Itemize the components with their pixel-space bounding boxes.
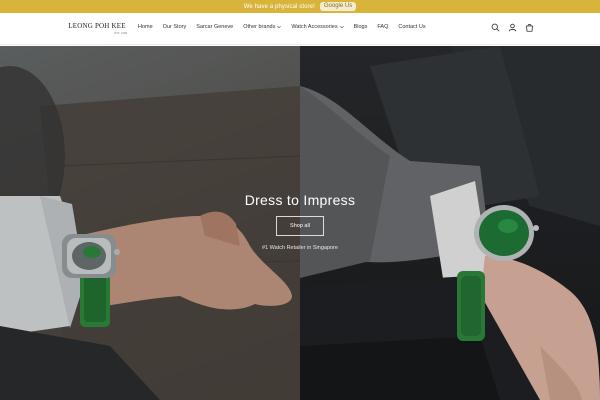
nav-label: FAQ — [377, 24, 389, 30]
nav-blogs[interactable]: Blogs — [354, 24, 368, 30]
nav-label: Our Story — [162, 24, 187, 30]
nav-our-story[interactable]: Our Story — [163, 24, 187, 30]
nav-label: Sarcar Geneve — [196, 24, 234, 30]
nav-contact-us[interactable]: Contact Us — [398, 24, 425, 30]
hero-subtitle: #1 Watch Retailer in Singapore — [262, 245, 338, 251]
logo-text: LEONG POH KEE — [68, 22, 126, 30]
announcement-bar: We have a physical store! Google Us — [0, 0, 600, 13]
account-icon[interactable] — [508, 23, 517, 32]
cart-icon[interactable] — [525, 23, 534, 32]
main-nav: Home Our Story Sarcar Geneve Other brand… — [138, 24, 426, 30]
nav-other-brands[interactable]: Other brands — [243, 24, 282, 30]
logo-subtext: EST. 1968 — [114, 31, 127, 35]
nav-watch-accessories[interactable]: Watch Accessories — [291, 24, 344, 30]
hero-banner: Dress to Impress Shop all #1 Watch Retai… — [0, 46, 600, 400]
search-icon[interactable] — [491, 23, 500, 32]
hero-title: Dress to Impress — [244, 192, 356, 208]
nav-faq[interactable]: FAQ — [377, 24, 388, 30]
google-us-button[interactable]: Google Us — [319, 2, 357, 11]
nav-label: Watch Accessories — [291, 24, 338, 30]
shop-all-button[interactable]: Shop all — [276, 216, 324, 236]
nav-label: Blogs — [353, 24, 368, 30]
nav-sarcar-geneve[interactable]: Sarcar Geneve — [196, 24, 233, 30]
site-logo[interactable]: LEONG POH KEE EST. 1968 — [67, 22, 127, 35]
chevron-down-icon — [277, 26, 282, 29]
nav-label: Contact Us — [398, 24, 426, 30]
header-actions — [491, 23, 534, 32]
nav-label: Home — [138, 24, 153, 30]
announcement-text: We have a physical store! — [243, 3, 315, 10]
nav-home[interactable]: Home — [138, 24, 153, 30]
nav-label: Other brands — [243, 24, 276, 30]
hero-content: Dress to Impress Shop all #1 Watch Retai… — [0, 192, 600, 251]
chevron-down-icon — [339, 26, 344, 29]
site-header: LEONG POH KEE EST. 1968 Home Our Story S… — [0, 13, 600, 45]
